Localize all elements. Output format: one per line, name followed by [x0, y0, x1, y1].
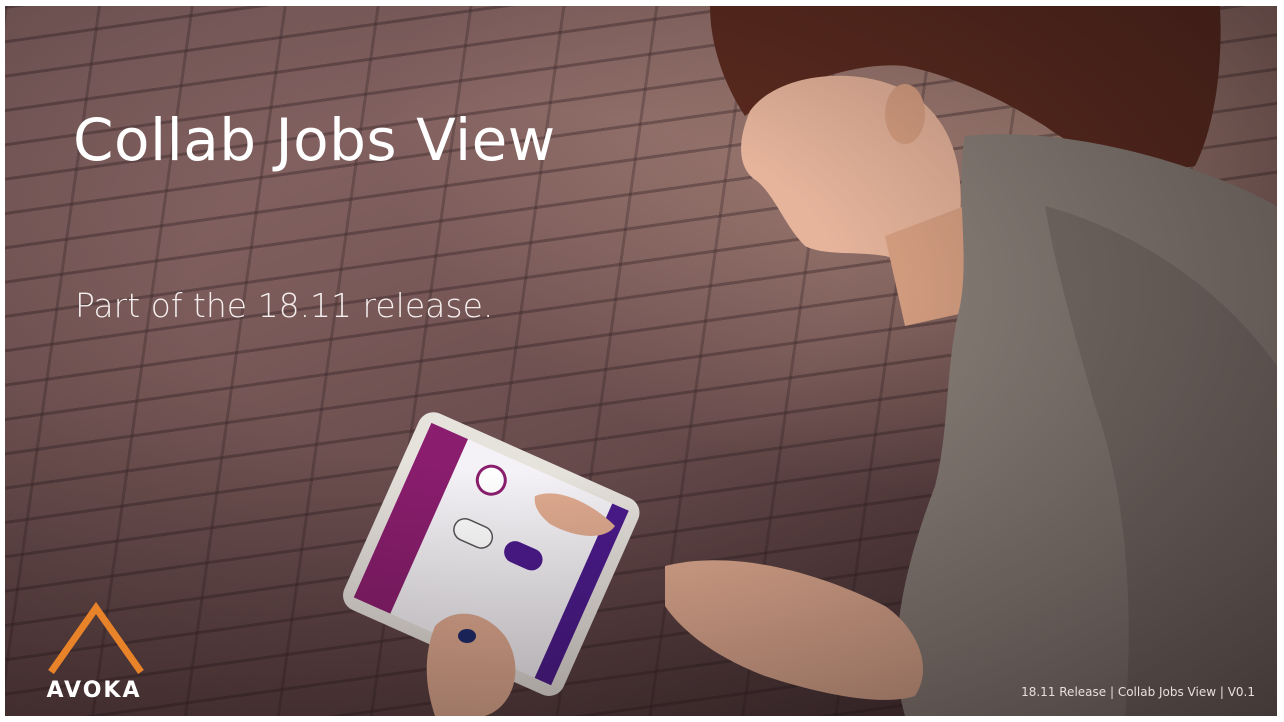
slide-subtitle: Part of the 18.11 release.: [75, 286, 494, 325]
slide: Collab Jobs View Part of the 18.11 relea…: [5, 6, 1277, 716]
slide-title: Collab Jobs View: [73, 106, 556, 174]
avoka-logo-text: AVOKA: [46, 678, 142, 703]
slide-footer: 18.11 Release | Collab Jobs View | V0.1: [1021, 685, 1255, 699]
